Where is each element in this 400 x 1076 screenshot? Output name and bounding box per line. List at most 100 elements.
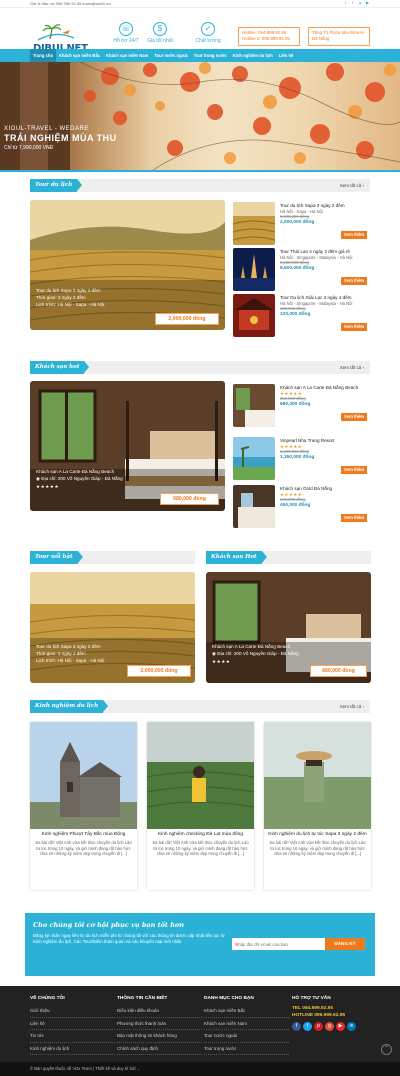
tour-item[interactable]: Tour Thái Lan 4 ngày 3 đêm giá rẻ Hà Nội…: [233, 248, 370, 291]
twitter-icon[interactable]: t: [352, 1, 356, 5]
headset-icon: ☏: [119, 22, 133, 36]
youtube-icon[interactable]: ▶: [336, 1022, 345, 1031]
footer-link[interactable]: Phương thức thanh toán: [117, 1018, 202, 1030]
hotel-section-header: Khách sạn hot Xem tất cả ›: [30, 361, 370, 374]
tour-time: Thời gian: 3 ngày 2 đêm: [36, 651, 86, 656]
nav-home[interactable]: Trang chủ: [30, 49, 57, 62]
footer-link[interactable]: Bảo mật thông tin khách hàng: [117, 1030, 202, 1043]
footer-heading: VỀ CHÚNG TÔI: [30, 996, 65, 1001]
hero-price: Chỉ từ 7,990,000 VNĐ: [4, 145, 54, 151]
tour-name: Tour du lịch Sapa 3 ngày 2 đêm: [36, 644, 101, 649]
google-plus-icon[interactable]: g: [325, 1022, 334, 1031]
footer-link[interactable]: Tour trong nước: [204, 1043, 289, 1055]
feature-label: Hỗ trợ 24/7: [113, 38, 139, 44]
hotel-price: 680,000 đồng: [160, 493, 219, 505]
section-title: Tour du lịch: [30, 179, 83, 192]
blog-excerpt: Sa bài dữ! Việt Anh vừa kết thúc chuyến …: [269, 840, 366, 856]
blog-card[interactable]: Kinh nghiệm du lịch tự túc Sapa 3 ngày 2…: [264, 722, 371, 890]
tour-thumb: [233, 248, 275, 291]
tour-thumb: [233, 294, 275, 337]
hotel-name: Khách sạn A La Carte Đà Nẵng Beach: [36, 469, 115, 474]
back-to-top-icon[interactable]: ⌃: [381, 1044, 392, 1055]
view-more-button[interactable]: Xem thêm: [341, 514, 367, 522]
hotel-stars: ★★★★: [212, 659, 231, 664]
hot-hotels-header: Khách sạn Hot: [206, 551, 371, 564]
palm-logo-icon: [37, 24, 75, 41]
church-image: [30, 722, 137, 829]
feature-label: Giá tốt nhất: [147, 38, 173, 44]
tour-item[interactable]: Tour Du lịch Giải Lạc 3 ngày 4 đêm Hà Nộ…: [233, 294, 370, 337]
nav-domestic-tours[interactable]: Tour trong nước: [191, 49, 230, 62]
new-price: 8,500,000 đồng: [280, 265, 315, 271]
view-more-button[interactable]: Xem thêm: [341, 231, 367, 239]
footer-tel[interactable]: TEL 094.999.92.95: [292, 1005, 377, 1012]
view-more-button[interactable]: Xem thêm: [341, 466, 367, 474]
blog-card[interactable]: Kinh nghiệm Phượt Tây Bắc mùa Đông Sa bà…: [30, 722, 137, 890]
traveler-image: [264, 722, 371, 829]
rice-terrace-image: [30, 200, 225, 330]
footer-info: THÔNG TIN CẦN BIẾT Điều kiện điều khoản …: [117, 996, 202, 1055]
google-icon[interactable]: g: [359, 1, 363, 5]
subscribe-text: Đăng ký nhận ngay liên tin du lịch miễn …: [33, 933, 225, 944]
featured-tour-card[interactable]: Tour du lịch Sapa 3 ngày 2 đêm Thời gian…: [30, 200, 225, 330]
nav-south-hotels[interactable]: Khách sạn miền Nam: [103, 49, 151, 62]
featured-tours-header: Tour nổi bật: [30, 551, 195, 564]
view-more-button[interactable]: Xem thêm: [341, 277, 367, 285]
nav-contact[interactable]: Liên hệ: [276, 49, 297, 62]
subscribe-box: Cho chúng tôi cơ hội phục vụ bạn tốt hơn…: [25, 913, 375, 976]
hotel-thumb: [233, 437, 275, 480]
hero-divider: [0, 170, 400, 172]
footer-link[interactable]: Khách sạn miền Bắc: [204, 1005, 289, 1018]
address-text: Tầng T1 Plaza Mia Breeze Đà Nẵng: [312, 30, 364, 41]
tour-item[interactable]: Tour du lịch Sapa 3 ngày 2 đêm Hà Nội - …: [233, 202, 370, 245]
new-price: 120,000 đồng: [280, 311, 311, 317]
footer-link[interactable]: Tin tức: [30, 1030, 115, 1043]
footer-link[interactable]: Khách sạn miền Nam: [204, 1018, 289, 1030]
twitter-icon[interactable]: t: [303, 1022, 312, 1031]
footer-link[interactable]: Chính sách quy định: [117, 1043, 202, 1055]
featured-tour-card-2[interactable]: Tour du lịch Sapa 3 ngày 2 đêm Thời gian…: [30, 572, 195, 683]
view-all-tours-link[interactable]: Xem tất cả ›: [340, 179, 364, 192]
nav-travel-tips[interactable]: Kinh nghiệm du lịch: [230, 49, 276, 62]
view-all-hotels-link[interactable]: Xem tất cả ›: [340, 361, 364, 374]
footer-link[interactable]: Tour nước ngoài: [204, 1030, 289, 1043]
hero-banner[interactable]: XIOUL-TRAVEL - WEDARE TRẢI NGHIỆM MÙA TH…: [0, 62, 400, 172]
subscribe-title: Cho chúng tôi cơ hội phục vụ bạn tốt hơn: [33, 921, 184, 929]
footer-link[interactable]: Kinh nghiệm du lịch: [30, 1043, 115, 1055]
footer-link[interactable]: Giới thiệu: [30, 1005, 115, 1018]
hotel-price: 680,000 đồng: [310, 665, 367, 677]
view-all-posts-link[interactable]: Xem tất cả ›: [340, 700, 364, 713]
nav-foreign-tours[interactable]: Tour nước ngoài: [151, 49, 190, 62]
blog-title[interactable]: Kinh nghiệm du lịch tự túc Sapa 3 ngày 2…: [264, 832, 371, 838]
featured-hotel-card[interactable]: Khách sạn A La Carte Đà Nẵng Beach ◉ Địa…: [30, 381, 225, 511]
section-title: Tour nổi bật: [30, 551, 83, 564]
footer-hotline[interactable]: HOTLINE 096.999.92.95: [292, 1012, 377, 1019]
facebook-icon[interactable]: f: [292, 1022, 301, 1031]
facebook-icon[interactable]: f: [345, 1, 349, 5]
blog-section-header: Kinh nghiệm du lịch Xem tất cả ›: [30, 700, 370, 713]
nav-north-hotels[interactable]: Khách sạn miền Bắc: [56, 49, 103, 62]
featured-hotel-card-2[interactable]: Khách sạn A La Carte Đà Nẵng Beach ◉ Địa…: [206, 572, 371, 683]
hotline-2[interactable]: Hotline 2: 096.999.92.95: [242, 36, 296, 42]
footer-link[interactable]: Điều kiện điều khoản: [117, 1005, 202, 1018]
thumbs-up-icon: ✓: [201, 22, 215, 36]
subscribe-button[interactable]: ĐĂNG KÝ: [325, 938, 365, 950]
pinterest-icon[interactable]: p: [314, 1022, 323, 1031]
blog-title[interactable]: Kinh nghiệm checking Đà Lạt mùa đông: [147, 832, 254, 838]
youtube-icon[interactable]: ▶: [366, 1, 370, 5]
blog-card[interactable]: Kinh nghiệm checking Đà Lạt mùa đông Sa …: [147, 722, 254, 890]
view-more-button[interactable]: Xem thêm: [341, 413, 367, 421]
footer-link[interactable]: Liên hệ: [30, 1018, 115, 1030]
hotel-title[interactable]: Khách sạn A La Carte Đà Nẵng Beach: [280, 385, 370, 391]
price-feature: $ Giá tốt nhất: [140, 22, 180, 44]
tour-price: 2,000,000 đồng: [127, 665, 191, 677]
hotel-item[interactable]: Vinpearl Nha Trang Resort ★★★★★ 1,500,00…: [233, 437, 370, 480]
linkedin-icon[interactable]: in: [347, 1022, 356, 1031]
blog-excerpt: Sa bài dữ! Việt Anh vừa kết thúc chuyến …: [35, 840, 132, 856]
blog-title[interactable]: Kinh nghiệm Phượt Tây Bắc mùa Đông: [30, 832, 137, 838]
hotel-item[interactable]: Khách sạn Gold Đà Nẵng ★★★★★ 500,000 đồn…: [233, 485, 370, 528]
quality-feature: ✓ Chất lượng: [188, 22, 228, 44]
view-more-button[interactable]: Xem thêm: [341, 323, 367, 331]
hotel-thumb: [233, 384, 275, 427]
hotel-item[interactable]: Khách sạn A La Carte Đà Nẵng Beach ★★★★★…: [233, 384, 370, 427]
